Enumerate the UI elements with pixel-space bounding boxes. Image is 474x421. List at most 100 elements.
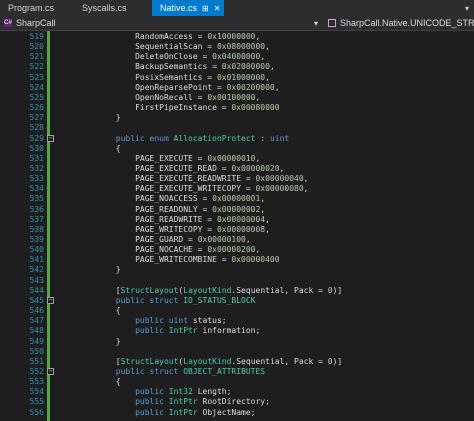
tab-overflow-chevron-down-icon[interactable]: ▾ [460, 0, 474, 16]
line-number: 520 [29, 42, 44, 52]
tab-program-cs[interactable]: Program.cs [0, 0, 74, 16]
code-text[interactable]: RandomAccess = 0x10000000, [58, 32, 260, 42]
code-text[interactable]: PAGE_GUARD = 0x00000100, [58, 235, 251, 245]
code-line[interactable]: 522 BackupSemantics = 0x02000000, [0, 62, 474, 72]
code-text[interactable]: PAGE_EXECUTE = 0x00000010, [58, 154, 260, 164]
code-line[interactable]: 537 PAGE_READWRITE = 0x00000004, [0, 215, 474, 225]
code-text[interactable]: PAGE_WRITECOPY = 0x00000008, [58, 225, 270, 235]
code-line[interactable]: 542 } [0, 265, 474, 275]
code-line[interactable]: 539 PAGE_GUARD = 0x00000100, [0, 235, 474, 245]
code-text[interactable]: public Int32 Length; [58, 387, 231, 397]
code-text[interactable]: FirstPipeInstance = 0x00080000 [58, 103, 280, 113]
code-line[interactable]: 550 [0, 347, 474, 357]
code-line[interactable]: 519 RandomAccess = 0x10000000, [0, 32, 474, 42]
code-line[interactable]: 553 { [0, 377, 474, 387]
code-text[interactable]: public IntPtr RootDirectory; [58, 397, 270, 407]
code-line[interactable]: 551 [StructLayout(LayoutKind.Sequential,… [0, 357, 474, 367]
code-line[interactable]: 526 FirstPipeInstance = 0x00080000 [0, 103, 474, 113]
code-line[interactable]: 533 PAGE_EXECUTE_READWRITE = 0x00000040, [0, 174, 474, 184]
pin-icon[interactable]: ⊞ [202, 4, 209, 13]
project-dropdown[interactable]: C# SharpCall ▾ [4, 17, 318, 29]
close-icon[interactable]: ✕ [214, 4, 221, 13]
code-text[interactable]: [StructLayout(LayoutKind.Sequential, Pac… [58, 286, 342, 296]
code-text[interactable]: PAGE_EXECUTE_READWRITE = 0x00000040, [58, 174, 308, 184]
code-line[interactable]: 546 { [0, 306, 474, 316]
code-text[interactable]: public struct OBJECT_ATTRIBUTES [58, 367, 265, 377]
code-text[interactable]: } [58, 265, 121, 275]
code-text[interactable]: public IntPtr ObjectName; [58, 408, 255, 418]
code-text[interactable]: PAGE_EXECUTE_WRITECOPY = 0x00000080, [58, 184, 308, 194]
code-text[interactable]: public struct IO_STATUS_BLOCK [58, 296, 256, 306]
line-number: 528 [29, 123, 44, 133]
code-line[interactable]: 556 public IntPtr ObjectName; [0, 408, 474, 418]
code-text[interactable]: public IntPtr information; [58, 326, 260, 336]
code-line[interactable]: 530 { [0, 144, 474, 154]
code-line[interactable]: 548 public IntPtr information; [0, 326, 474, 336]
code-text[interactable]: PosixSemantics = 0x01000000, [58, 73, 270, 83]
line-number: 542 [29, 265, 44, 275]
code-line[interactable]: 531 PAGE_EXECUTE = 0x00000010, [0, 154, 474, 164]
line-number: 540 [29, 245, 44, 255]
code-line[interactable]: 543 [0, 276, 474, 286]
code-line[interactable]: 554 public Int32 Length; [0, 387, 474, 397]
line-number: 525 [29, 92, 44, 102]
code-text[interactable]: OpenReparsePoint = 0x00200000, [58, 83, 280, 93]
tab-label: Program.cs [8, 3, 55, 13]
code-text[interactable]: PAGE_NOACCESS = 0x00000001, [58, 194, 265, 204]
collapse-icon[interactable]: − [47, 368, 54, 376]
code-line[interactable]: 535 PAGE_NOACCESS = 0x00000001, [0, 194, 474, 204]
member-dropdown[interactable]: SharpCall.Native.UNICODE_STRING [328, 17, 474, 29]
code-text[interactable]: { [58, 306, 121, 316]
code-line[interactable]: 529 public enum AllocationProtect : uint… [0, 134, 474, 144]
code-text[interactable]: SequentialScan = 0x08000000, [58, 42, 270, 52]
code-text[interactable]: PAGE_WRITECOMBINE = 0x00000400 [58, 255, 280, 265]
line-number: 530 [29, 143, 44, 153]
code-line[interactable]: 549 } [0, 337, 474, 347]
code-line[interactable]: 532 PAGE_EXECUTE_READ = 0x00000020, [0, 164, 474, 174]
code-line[interactable]: 520 SequentialScan = 0x08000000, [0, 42, 474, 52]
code-line[interactable]: 524 OpenReparsePoint = 0x00200000, [0, 83, 474, 93]
code-text[interactable]: { [58, 144, 121, 154]
code-text[interactable]: OpenNoRecall = 0x00100000, [58, 93, 260, 103]
line-number: 552 [29, 366, 44, 376]
tab-syscalls-cs[interactable]: Syscalls.cs [74, 0, 152, 16]
code-text[interactable]: DeleteOnClose = 0x04000000, [58, 52, 265, 62]
code-line[interactable]: 547 public uint status; [0, 316, 474, 326]
line-number: 547 [29, 316, 44, 326]
document-tab-bar: Program.cs Syscalls.cs Native.cs ⊞ ✕ ▾ [0, 0, 474, 16]
code-text[interactable]: PAGE_EXECUTE_READ = 0x00000020, [58, 164, 284, 174]
code-text[interactable]: } [58, 113, 121, 123]
code-line[interactable]: 538 PAGE_WRITECOPY = 0x00000008, [0, 225, 474, 235]
tab-native-cs[interactable]: Native.cs ⊞ ✕ [152, 0, 225, 16]
code-line[interactable]: 528 [0, 123, 474, 133]
code-line[interactable]: 521 DeleteOnClose = 0x04000000, [0, 52, 474, 62]
code-line[interactable]: 555 public IntPtr RootDirectory; [0, 397, 474, 407]
code-text[interactable]: { [58, 377, 121, 387]
code-editor[interactable]: 519 RandomAccess = 0x10000000, 520 Sequen… [0, 31, 474, 421]
collapse-icon[interactable]: − [47, 297, 54, 305]
code-text[interactable]: PAGE_READONLY = 0x00000002, [58, 205, 265, 215]
line-number: 541 [29, 255, 44, 265]
code-line[interactable]: 523 PosixSemantics = 0x01000000, [0, 73, 474, 83]
line-number: 535 [29, 194, 44, 204]
code-text[interactable]: PAGE_NOCACHE = 0x00000200, [58, 245, 260, 255]
code-line[interactable]: 527 } [0, 113, 474, 123]
code-text[interactable]: PAGE_READWRITE = 0x00000004, [58, 215, 270, 225]
code-line[interactable]: 552 public struct OBJECT_ATTRIBUTES − [0, 367, 474, 377]
code-text[interactable]: [StructLayout(LayoutKind.Sequential, Pac… [58, 357, 342, 367]
line-number: 554 [29, 387, 44, 397]
code-line[interactable]: 545 public struct IO_STATUS_BLOCK − [0, 296, 474, 306]
code-line[interactable]: 540 PAGE_NOCACHE = 0x00000200, [0, 245, 474, 255]
code-text[interactable]: } [58, 337, 121, 347]
code-text[interactable]: public enum AllocationProtect : uint [58, 134, 289, 144]
code-line[interactable]: 544 [StructLayout(LayoutKind.Sequential,… [0, 286, 474, 296]
code-line[interactable]: 541 PAGE_WRITECOMBINE = 0x00000400 [0, 255, 474, 265]
code-line[interactable]: 534 PAGE_EXECUTE_WRITECOPY = 0x00000080, [0, 184, 474, 194]
collapse-icon[interactable]: − [47, 135, 54, 142]
code-line[interactable]: 525 OpenNoRecall = 0x00100000, [0, 93, 474, 103]
line-number: 527 [29, 113, 44, 123]
code-line[interactable]: 536 PAGE_READONLY = 0x00000002, [0, 205, 474, 215]
chevron-down-icon[interactable]: ▾ [314, 19, 318, 28]
code-text[interactable]: public uint status; [58, 316, 227, 326]
code-text[interactable]: BackupSemantics = 0x02000000, [58, 62, 275, 72]
